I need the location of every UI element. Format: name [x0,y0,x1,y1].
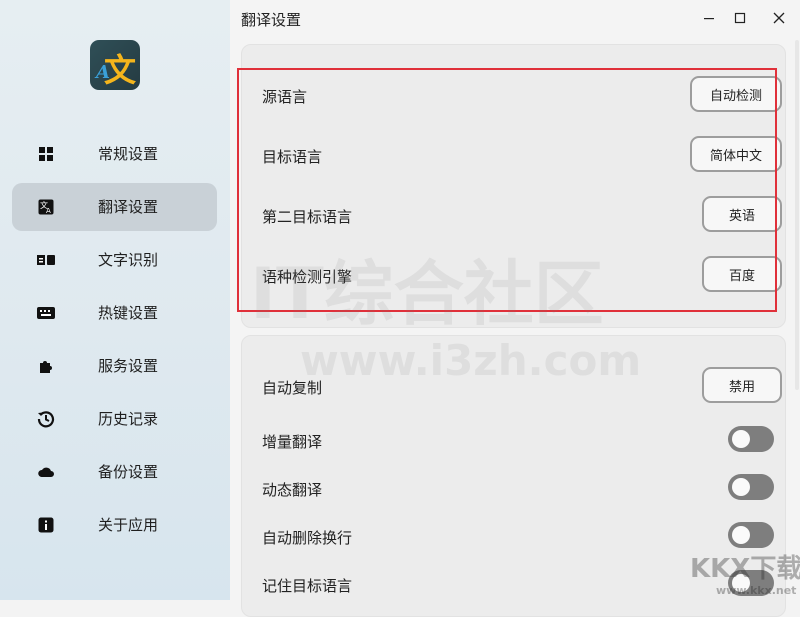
logo-glyph-sub: A [96,62,110,83]
keyboard-icon [37,305,55,321]
corner-watermark-logo: KKX下载 [690,554,800,584]
svg-text:A: A [46,207,51,215]
maximize-button[interactable] [727,6,753,30]
close-button[interactable] [766,6,792,30]
translate-icon: 文A [37,199,55,215]
sidebar-item-ocr[interactable]: 文字识别 [12,236,217,284]
incremental-translate-toggle[interactable] [728,426,774,452]
dynamic-translate-row: 动态翻译 [262,469,782,509]
sidebar-item-label: 常规设置 [98,145,159,163]
sidebar-item-label: 服务设置 [98,357,159,375]
sidebar-item-translate[interactable]: 文A 翻译设置 [12,183,217,231]
maximize-icon [734,12,746,24]
corner-watermark-url: www.kkx.net [716,584,797,597]
sidebar-item-label: 备份设置 [98,463,159,481]
ocr-icon [37,252,55,268]
toggle-knob [732,430,750,448]
toggle-knob [732,478,750,496]
sidebar-item-general[interactable]: 常规设置 [12,130,217,178]
dynamic-translate-toggle[interactable] [728,474,774,500]
translate-app-logo-icon: 文 A [90,40,140,90]
scrollbar[interactable] [795,40,799,390]
remove-newline-toggle[interactable] [728,522,774,548]
auto-copy-select[interactable]: 禁用 [702,367,782,403]
sidebar-item-backup[interactable]: 备份设置 [12,448,217,496]
remove-newline-label: 自动删除换行 [262,529,353,547]
watermark-url: www.i3zh.com [300,336,642,385]
cloud-icon [37,464,55,480]
close-icon [773,12,785,24]
incremental-translate-row: 增量翻译 [262,421,782,461]
puzzle-icon [37,358,55,374]
dynamic-translate-label: 动态翻译 [262,481,323,499]
minimize-button[interactable] [696,6,722,30]
history-icon [37,411,55,428]
toggle-knob [732,526,750,544]
sidebar-item-history[interactable]: 历史记录 [12,395,217,443]
sidebar-item-label: 关于应用 [98,516,159,534]
sidebar-item-about[interactable]: 关于应用 [12,501,217,549]
sidebar-item-label: 翻译设置 [98,198,159,216]
sidebar-item-label: 历史记录 [98,410,159,428]
sidebar: 文 A 常规设置 文A 翻译设置 文字识别 热键设置 服务设置 历史记录 备份设… [0,0,230,600]
sidebar-item-services[interactable]: 服务设置 [12,342,217,390]
remember-target-label: 记住目标语言 [262,577,353,595]
grid-icon [37,146,55,162]
watermark-text: IT综合社区 [250,253,604,335]
incremental-translate-label: 增量翻译 [262,433,323,451]
sidebar-item-label: 热键设置 [98,304,159,322]
sidebar-item-hotkeys[interactable]: 热键设置 [12,289,217,337]
titlebar: 翻译设置 [230,0,800,36]
sidebar-item-label: 文字识别 [98,251,159,269]
minimize-icon [704,18,714,20]
window-title: 翻译设置 [241,11,302,29]
info-icon [37,517,55,533]
